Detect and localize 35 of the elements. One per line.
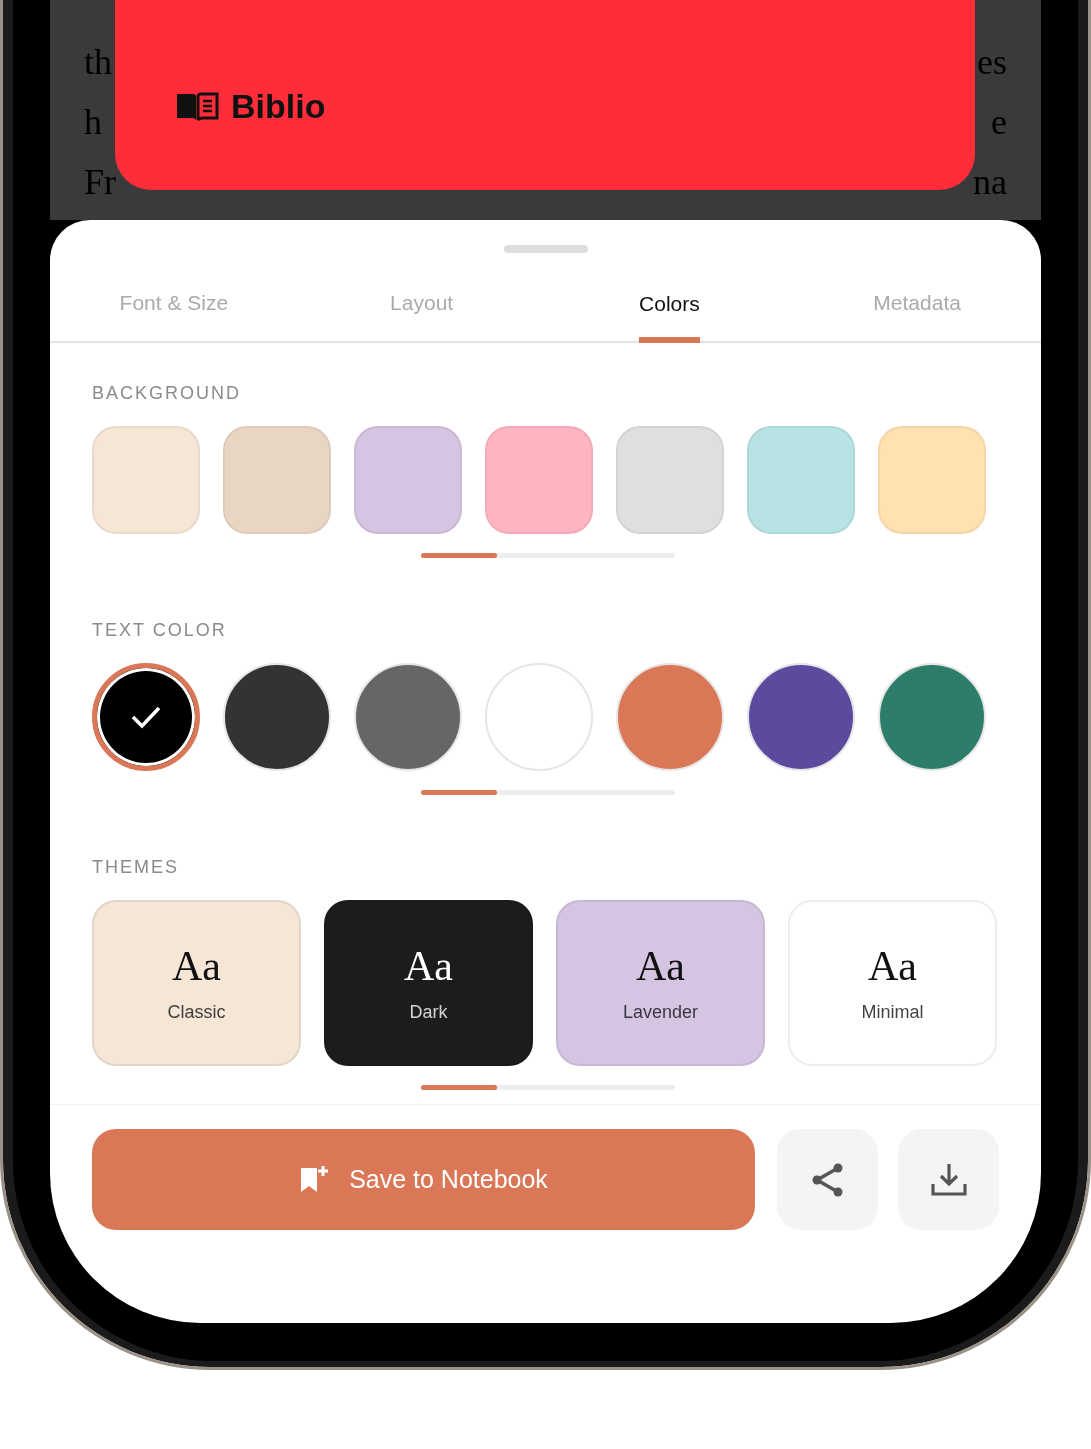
share-button[interactable] <box>777 1129 878 1230</box>
color-swatch[interactable] <box>485 426 593 534</box>
reader-text: es <box>977 41 1007 84</box>
reader-text: h <box>84 101 102 144</box>
theme-card[interactable]: Aa Minimal <box>788 900 997 1066</box>
color-swatch[interactable] <box>616 426 724 534</box>
color-swatch[interactable] <box>354 426 462 534</box>
book-icon <box>175 90 219 122</box>
check-icon <box>130 705 162 729</box>
font-sample: Aa <box>404 943 453 988</box>
reader-text: Fr <box>84 161 116 204</box>
tab[interactable]: Colors <box>639 279 700 343</box>
download-button[interactable] <box>898 1129 999 1230</box>
theme-name: Dark <box>409 1001 448 1023</box>
section-label: BACKGROUND <box>92 383 242 404</box>
theme-name: Minimal <box>861 1001 924 1023</box>
theme-name: Classic <box>167 1001 226 1023</box>
reader-text: th <box>84 41 112 84</box>
reader-text: na <box>973 161 1007 204</box>
color-swatch[interactable] <box>92 426 200 534</box>
theme-card[interactable]: Aa Lavender <box>556 900 765 1066</box>
font-sample: Aa <box>636 943 685 988</box>
color-swatch[interactable] <box>747 426 855 534</box>
font-sample: Aa <box>172 943 221 988</box>
section-label: TEXT COLOR <box>92 620 228 641</box>
color-swatch[interactable] <box>878 426 986 534</box>
theme-card[interactable]: Aa Dark <box>324 900 533 1066</box>
drag-handle[interactable] <box>503 245 588 253</box>
color-swatch[interactable] <box>223 426 331 534</box>
app-title: Biblio <box>231 88 326 124</box>
section-label: THEMES <box>92 857 180 878</box>
reader-text: e <box>991 101 1007 144</box>
theme-name: Lavender <box>622 1001 699 1023</box>
font-sample: Aa <box>868 943 917 988</box>
theme-card[interactable]: Aa Classic <box>92 900 301 1066</box>
